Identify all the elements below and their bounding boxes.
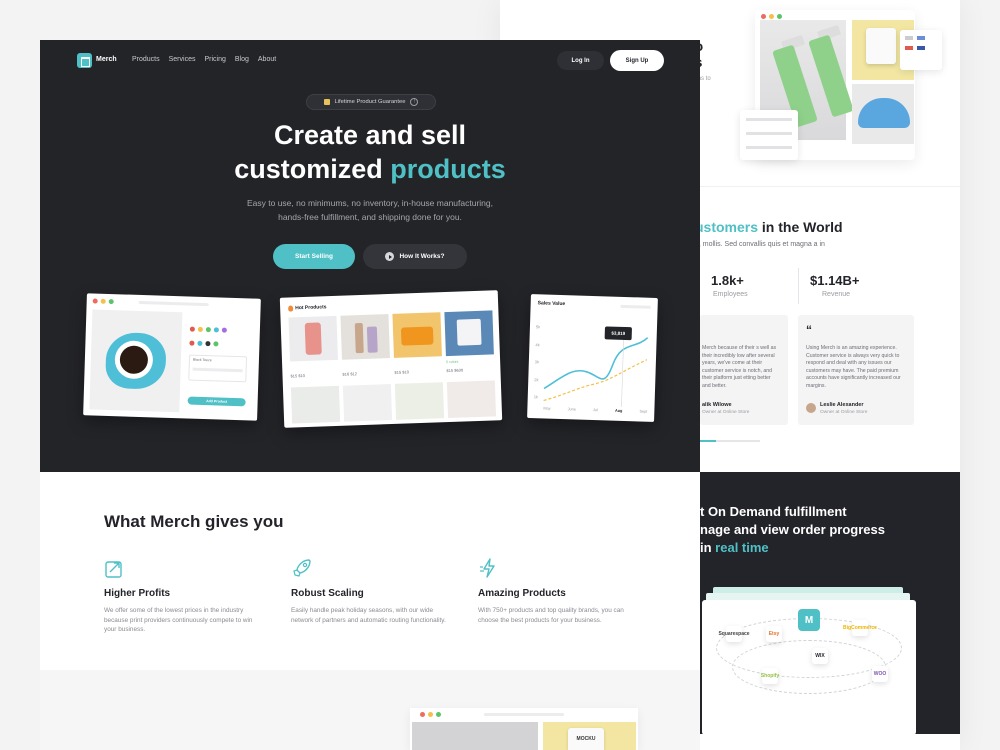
sales-chart-card: Sales Value 5k 4k 3k 2k 1k $3,819 May Ju…	[527, 294, 658, 422]
field-label: Black Teeze	[192, 357, 212, 363]
quote-icon: “	[806, 323, 812, 337]
feature-title: Higher Profits	[104, 588, 171, 599]
customers-heading: ustomers in the World	[695, 219, 843, 235]
start-selling-button[interactable]: Start Selling	[273, 244, 355, 269]
stat-employees-value: 1.8k+	[711, 273, 744, 288]
hot-products-title: Hot Products	[295, 304, 327, 312]
next-section: MOCKU	[40, 670, 700, 750]
features-section: What Merch gives you Higher Profits We o…	[40, 472, 700, 670]
nav-blog[interactable]: Blog	[235, 56, 249, 63]
nav-services[interactable]: Services	[169, 56, 196, 63]
testimonial-slider-indicator[interactable]	[700, 440, 716, 442]
etsy-icon: Etsy	[766, 626, 782, 642]
sales-tooltip: $3,819	[604, 326, 632, 341]
nav-products[interactable]: Products	[132, 56, 160, 63]
feature-description: With 750+ products and top quality brand…	[478, 607, 624, 624]
hero-section: Merch Products Services Pricing Blog Abo…	[40, 40, 700, 472]
lock-icon	[323, 99, 330, 105]
tumbler-image	[412, 722, 538, 750]
fulfillment-heading: t On Demand fulfillment nage and view or…	[700, 504, 885, 555]
bigcommerce-icon: BigCommerce	[843, 620, 877, 636]
merch-logo-icon[interactable]	[77, 53, 92, 68]
feature-description: Easily handle peak holiday seasons, with…	[291, 607, 446, 624]
shopify-icon: Shopify	[761, 668, 779, 684]
profit-growth-icon	[105, 561, 122, 578]
signup-button[interactable]: Sign Up	[610, 50, 664, 71]
features-title: What Merch gives you	[104, 512, 284, 531]
stat-revenue-label: Revenue	[822, 291, 851, 298]
testimonial-card: “ Using Merch is an amazing experience. …	[798, 315, 914, 425]
squarespace-icon: Squarespace	[718, 626, 750, 642]
payment-methods-card	[900, 30, 942, 70]
variant-list-card	[740, 110, 798, 160]
hero-description: Easy to use, no minimums, no inventory, …	[247, 198, 493, 222]
stat-revenue-value: $1.14B+	[810, 273, 860, 288]
feature-description: We offer some of the lowest prices in th…	[104, 607, 253, 633]
guarantee-badge: Lifetime Product Guarantee !	[306, 94, 436, 110]
merch-hub-icon: M	[798, 609, 820, 631]
login-button[interactable]: Log In	[557, 51, 604, 70]
hero-title: Create and sell customized products	[234, 120, 506, 184]
woocommerce-icon: WOO	[872, 666, 888, 682]
customers-subtext: a, mollis. Sed convallis quis et magna a…	[695, 241, 825, 248]
stat-employees-label: Employees	[713, 291, 748, 298]
designer-preview-card: Black Teeze Add Product	[83, 293, 261, 421]
wix-icon: WIX	[812, 648, 828, 664]
nav-pricing[interactable]: Pricing	[204, 56, 225, 63]
sales-line-chart	[543, 330, 649, 407]
hot-products-card: Hot Products $15 $10 $16 $12 $15 $10 5 c…	[279, 290, 503, 428]
sales-chart-title: Sales Value	[537, 300, 566, 308]
add-product-button[interactable]: Add Product	[187, 396, 246, 407]
testimonial-card: Merch because of their s well as their i…	[700, 315, 788, 425]
feature-title: Robust Scaling	[291, 588, 364, 599]
fire-icon	[288, 305, 294, 312]
nav-about[interactable]: About	[258, 56, 276, 63]
feature-title: Amazing Products	[478, 588, 566, 599]
rocket-icon	[293, 559, 311, 577]
lightning-icon	[480, 558, 495, 578]
brand-name[interactable]: Merch	[96, 56, 117, 63]
how-it-works-button[interactable]: How It Works?	[363, 244, 467, 269]
avatar	[806, 403, 816, 413]
mug-preview-image	[89, 309, 183, 413]
main-nav: Products Services Pricing Blog About	[132, 56, 276, 63]
info-icon[interactable]: !	[410, 98, 419, 106]
play-icon	[385, 252, 395, 261]
